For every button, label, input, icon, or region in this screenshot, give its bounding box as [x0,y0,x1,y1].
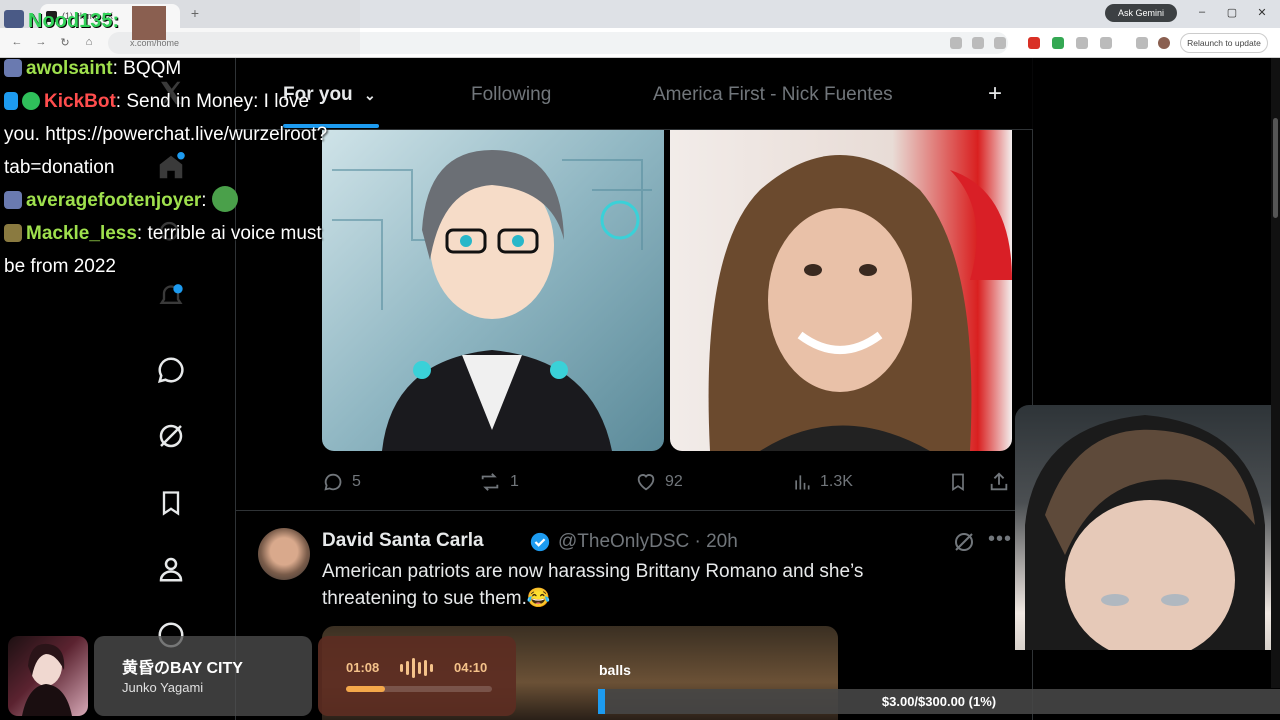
grok-nav-icon[interactable] [154,419,188,453]
reply-icon [324,473,342,491]
playback-progress-bar [346,686,492,692]
heart-icon [637,474,655,491]
timeline-column: For you ⌄ Following America First - Nick… [235,58,1033,720]
post-image-woman-photo[interactable] [670,130,1012,451]
bookmark-icon [952,473,964,492]
post-text: American patriots are now harassing Brit… [322,561,864,609]
chat-username: averagefootenjoyer [26,190,202,211]
total-time: 04:10 [454,660,488,675]
verified-badge-icon [529,531,551,558]
chat-message: awolsaint: BQQM [4,52,334,85]
equalizer-icon [400,658,436,678]
post-divider [236,510,1033,511]
verified-bot-badge-icon [22,92,40,110]
now-playing-card: 黄昏のBAY CITY Junko Yagami [94,636,312,716]
relaunch-button[interactable]: Relaunch to update [1180,33,1268,53]
post-action-bar: 5 1 92 1.3K [322,462,1012,502]
post-author-handle[interactable]: @TheOnlyDSC · 20h [558,531,738,553]
playback-progress-fill [346,686,386,692]
song-title: 黄昏のBAY CITY [122,660,243,677]
grok-icon[interactable] [952,530,976,559]
chat-badge-icon [4,224,22,242]
chat-message: Mackle_less: terrible ai voice must be f… [4,223,322,277]
add-tab-button[interactable]: + [988,80,1002,108]
chat-username: Mackle_less [26,223,137,244]
streamer-thumbnail [132,6,166,40]
page-scrollbar[interactable] [1271,58,1280,688]
chevron-down-icon[interactable]: ⌄ [364,87,376,103]
streamer-avatar [4,10,24,28]
feed-tab-bar: For you ⌄ Following America First - Nick… [236,58,1033,130]
maximize-icon[interactable]: ▢ [1222,6,1242,19]
chat-badge-icon [4,191,22,209]
messages-nav-icon[interactable] [154,353,188,387]
post-author-name[interactable]: David Santa Carla [322,530,484,552]
webcam-feed [1015,405,1280,650]
current-time: 01:08 [346,660,380,675]
chat-badge-icon [4,59,22,77]
chat-message: averagefootenjoyer: [4,184,334,217]
share-button[interactable] [988,470,1010,494]
chat-username: awolsaint [26,58,113,79]
streamer-name: Nood135: [28,10,120,32]
scrollbar-thumb[interactable] [1273,118,1278,218]
chat-overlay: awolsaint: BQQM KickBot: Send in Money: … [4,52,334,283]
bookmark-star-icon[interactable] [994,37,1006,49]
post-image-anime-character[interactable] [322,130,664,451]
playback-timer-card: 01:08 04:10 [318,636,516,716]
notifications-nav-icon[interactable] [154,280,188,314]
sword-badge-icon [4,92,18,110]
minimize-icon[interactable]: – [1192,6,1212,18]
tab-following[interactable]: Following [471,84,551,106]
extension-icon[interactable] [1076,37,1088,49]
close-icon[interactable]: ✕ [1252,6,1272,19]
tab-america-first[interactable]: America First - Nick Fuentes [653,84,893,106]
album-art [8,636,88,716]
like-button[interactable]: 92 [635,470,683,494]
song-artist: Junko Yagami [122,680,204,695]
repost-count: 1 [510,473,519,490]
bookmarks-nav-icon[interactable] [154,486,188,520]
analytics-icon [795,475,810,490]
grammarly-extension-icon[interactable] [1052,37,1064,49]
chat-username: KickBot [44,91,116,112]
profile-nav-icon[interactable] [154,552,188,586]
emote-icon [211,186,238,212]
views-button[interactable]: 1.3K [792,470,853,494]
ask-gemini-button[interactable]: Ask Gemini [1105,4,1177,22]
like-count: 92 [665,473,683,490]
donation-goal-text: $3.00/$300.00 (1%) [881,694,997,709]
tab-search-icon[interactable] [1136,37,1148,49]
goal-label: balls [599,662,631,678]
bookmark-button[interactable] [948,470,968,494]
chat-text: BQQM [123,58,182,79]
adblock-extension-icon[interactable] [1028,37,1040,49]
repost-button[interactable]: 1 [478,470,519,494]
donation-goal-bar: $3.00/$300.00 (1%) [598,689,1280,714]
reply-count: 5 [352,473,361,490]
reply-button[interactable]: 5 [322,470,361,494]
repost-icon [481,473,499,491]
profile-avatar[interactable] [1158,37,1170,49]
extensions-puzzle-icon[interactable] [1100,37,1112,49]
zoom-icon[interactable] [950,37,962,49]
avatar[interactable] [258,528,310,580]
chat-message: KickBot: Send in Money: I love you. http… [4,91,328,178]
install-app-icon[interactable] [972,37,984,49]
more-options-icon[interactable]: ••• [988,528,1012,551]
share-icon [990,472,1008,491]
view-count: 1.3K [820,473,853,490]
